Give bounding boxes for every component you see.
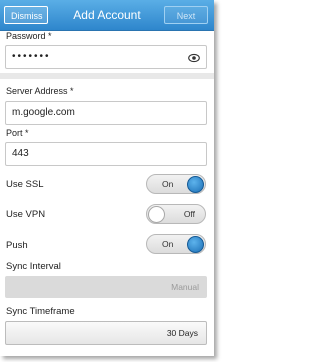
sync-interval-label: Sync Interval — [6, 261, 61, 272]
toggle-knob — [148, 206, 165, 223]
use-ssl-toggle[interactable]: On — [146, 174, 206, 194]
next-button[interactable]: Next — [164, 6, 208, 24]
sync-timeframe-label: Sync Timeframe — [6, 306, 75, 317]
push-label: Push — [6, 240, 28, 251]
use-vpn-state: Off — [183, 209, 195, 219]
sync-timeframe-select[interactable]: 30 Days — [5, 321, 207, 345]
server-address-label: Server Address * — [6, 86, 74, 96]
password-value: ••••••• — [12, 51, 51, 62]
use-ssl-label: Use SSL — [6, 179, 44, 190]
sync-interval-select: Manual — [5, 276, 207, 298]
use-vpn-label: Use VPN — [6, 209, 46, 220]
port-label: Port * — [6, 128, 29, 138]
dismiss-button[interactable]: Dismiss — [4, 6, 48, 24]
push-state: On — [162, 239, 174, 249]
server-address-field[interactable]: m.google.com — [5, 101, 207, 125]
add-account-screen: Dismiss Add Account Next Password * ••••… — [0, 0, 214, 356]
section-divider — [0, 73, 214, 79]
port-field[interactable]: 443 — [5, 142, 207, 166]
eye-icon[interactable] — [188, 52, 200, 64]
page-title: Add Account — [73, 8, 141, 22]
title-bar: Dismiss Add Account Next — [0, 0, 214, 31]
use-vpn-toggle[interactable]: Off — [146, 204, 206, 224]
toggle-knob — [187, 176, 204, 193]
use-ssl-state: On — [162, 179, 174, 189]
password-field[interactable]: ••••••• — [5, 45, 207, 69]
password-label: Password * — [6, 31, 52, 41]
push-toggle[interactable]: On — [146, 234, 206, 254]
toggle-knob — [187, 236, 204, 253]
